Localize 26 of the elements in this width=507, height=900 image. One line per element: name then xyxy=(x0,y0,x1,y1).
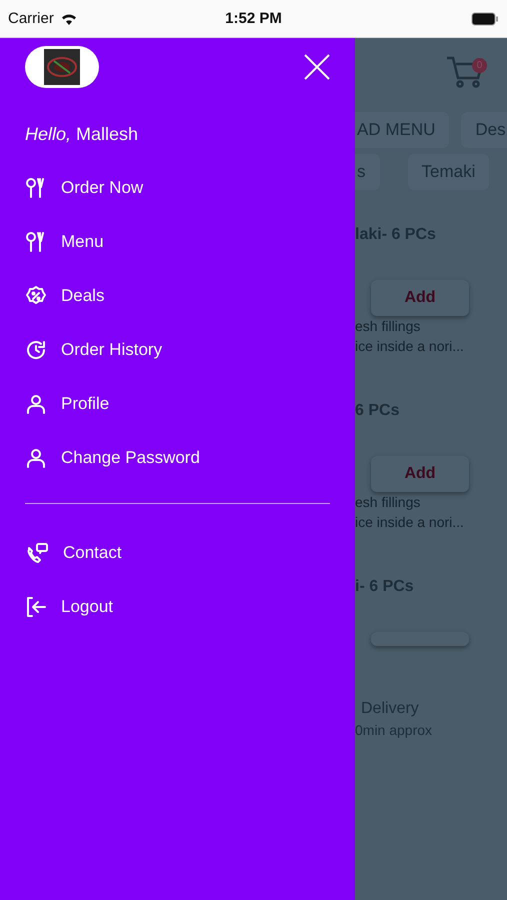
menu-item[interactable]: Contact xyxy=(25,526,330,580)
menu-item[interactable]: Menu xyxy=(25,215,330,269)
phone-chat-icon xyxy=(25,542,49,564)
carrier-name: Carrier xyxy=(8,10,54,27)
logout-icon xyxy=(25,596,47,618)
menu-item[interactable]: Deals xyxy=(25,269,330,323)
user-icon xyxy=(25,393,47,415)
product-description: ice inside a nori... xyxy=(355,513,465,532)
greeting: Hello, Mallesh xyxy=(25,124,140,145)
menu-item[interactable]: Logout xyxy=(25,580,330,634)
menu-item[interactable]: Change Password xyxy=(25,431,330,485)
menu-item[interactable]: Order History xyxy=(25,323,330,377)
utensils-icon xyxy=(25,231,47,253)
discount-badge-icon xyxy=(25,285,47,307)
menu-item[interactable]: Profile xyxy=(25,377,330,431)
product-description: esh fillings xyxy=(355,493,422,512)
status-time: 1:52 PM xyxy=(225,10,282,27)
close-button[interactable] xyxy=(304,54,330,80)
user-icon xyxy=(25,447,47,469)
battery-icon xyxy=(471,12,499,26)
product-description: ice inside a nori... xyxy=(355,337,465,356)
wifi-icon xyxy=(60,12,78,26)
utensils-icon xyxy=(25,177,47,199)
product-description: esh fillings xyxy=(355,317,422,336)
menu-item[interactable]: Order Now xyxy=(25,161,330,215)
history-icon xyxy=(25,339,47,361)
